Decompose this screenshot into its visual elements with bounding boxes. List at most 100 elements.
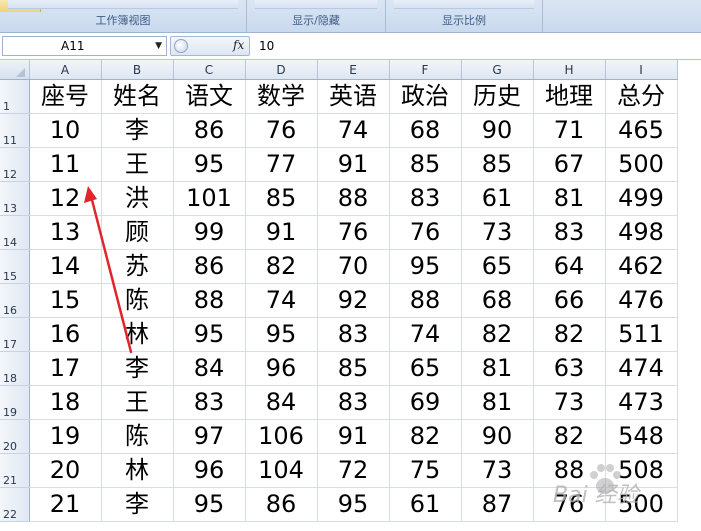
row-header[interactable]: 15 [0,249,30,284]
cell[interactable]: 65 [461,249,534,284]
cell[interactable]: 92 [317,283,390,318]
cell[interactable]: 82 [389,419,462,454]
row-header[interactable]: 18 [0,351,30,386]
cell[interactable]: 83 [317,385,390,420]
row-header[interactable]: 11 [0,113,30,148]
cell[interactable]: 85 [317,351,390,386]
cell[interactable]: 548 [605,419,678,454]
cell[interactable]: 82 [533,419,606,454]
cell[interactable]: 11 [29,147,102,182]
cell[interactable]: 英语 [317,79,390,114]
cell[interactable]: 19 [29,419,102,454]
cell[interactable]: 陈 [101,419,174,454]
cell[interactable]: 87 [461,487,534,522]
cell[interactable]: 101 [173,181,246,216]
cell[interactable]: 76 [317,215,390,250]
cell[interactable]: 王 [101,147,174,182]
cell[interactable]: 85 [389,147,462,182]
cell[interactable]: 88 [389,283,462,318]
cell[interactable]: 14 [29,249,102,284]
row-header[interactable]: 13 [0,181,30,216]
row-header[interactable]: 14 [0,215,30,250]
cell[interactable]: 65 [389,351,462,386]
cell[interactable]: 10 [29,113,102,148]
column-header-e[interactable]: E [317,60,390,80]
cell[interactable]: 95 [173,147,246,182]
cell[interactable]: 95 [317,487,390,522]
cell[interactable]: 97 [173,419,246,454]
cell[interactable]: 林 [101,317,174,352]
cell[interactable]: 83 [317,317,390,352]
cell[interactable]: 76 [245,113,318,148]
cell[interactable]: 99 [173,215,246,250]
cell[interactable]: 88 [317,181,390,216]
cell[interactable]: 13 [29,215,102,250]
cell[interactable]: 李 [101,487,174,522]
cell[interactable]: 90 [461,113,534,148]
column-header-b[interactable]: B [101,60,174,80]
cell[interactable]: 18 [29,385,102,420]
cell[interactable]: 86 [245,487,318,522]
cell[interactable]: 70 [317,249,390,284]
cell[interactable]: 476 [605,283,678,318]
column-header-c[interactable]: C [173,60,246,80]
cell[interactable]: 82 [533,317,606,352]
row-header[interactable]: 19 [0,385,30,420]
column-header-f[interactable]: F [389,60,462,80]
cell[interactable]: 82 [245,249,318,284]
cell[interactable]: 85 [245,181,318,216]
cell[interactable]: 71 [533,113,606,148]
cell[interactable]: 90 [461,419,534,454]
column-header-a[interactable]: A [29,60,102,80]
cell[interactable]: 106 [245,419,318,454]
cell[interactable]: 72 [317,453,390,488]
cell[interactable]: 76 [389,215,462,250]
cell[interactable]: 12 [29,181,102,216]
cell[interactable]: 96 [245,351,318,386]
column-header-h[interactable]: H [533,60,606,80]
cell[interactable]: 462 [605,249,678,284]
cell[interactable]: 91 [317,419,390,454]
cell[interactable]: 75 [389,453,462,488]
cell[interactable]: 95 [173,317,246,352]
insert-function-icon[interactable]: fx [233,38,244,52]
cell[interactable]: 499 [605,181,678,216]
cell[interactable]: 88 [173,283,246,318]
row-header[interactable]: 22 [0,487,30,522]
cell[interactable]: 陈 [101,283,174,318]
column-header-g[interactable]: G [461,60,534,80]
cell[interactable]: 姓名 [101,79,174,114]
cell[interactable]: 511 [605,317,678,352]
cell[interactable]: 68 [461,283,534,318]
chevron-down-icon[interactable]: ▼ [155,37,162,55]
cell[interactable]: 81 [533,181,606,216]
cell[interactable]: 73 [533,385,606,420]
cell[interactable]: 16 [29,317,102,352]
cell[interactable]: 465 [605,113,678,148]
cell[interactable]: 政治 [389,79,462,114]
cell[interactable]: 21 [29,487,102,522]
row-header[interactable]: 16 [0,283,30,318]
cell[interactable]: 语文 [173,79,246,114]
cell[interactable]: 历史 [461,79,534,114]
cell[interactable]: 林 [101,453,174,488]
row-header[interactable]: 1 [0,79,30,114]
cell[interactable]: 95 [245,317,318,352]
cell[interactable]: 474 [605,351,678,386]
cell[interactable]: 95 [389,249,462,284]
cell[interactable]: 15 [29,283,102,318]
cell[interactable]: 498 [605,215,678,250]
cell[interactable]: 74 [245,283,318,318]
cell[interactable]: 83 [389,181,462,216]
cell[interactable]: 17 [29,351,102,386]
cell[interactable]: 68 [389,113,462,148]
column-header-d[interactable]: D [245,60,318,80]
cell[interactable]: 66 [533,283,606,318]
row-header[interactable]: 20 [0,419,30,454]
cell[interactable]: 64 [533,249,606,284]
cell[interactable]: 苏 [101,249,174,284]
cell[interactable]: 95 [173,487,246,522]
cell[interactable]: 总分 [605,79,678,114]
cell[interactable]: 顾 [101,215,174,250]
select-all-corner[interactable] [0,60,30,80]
